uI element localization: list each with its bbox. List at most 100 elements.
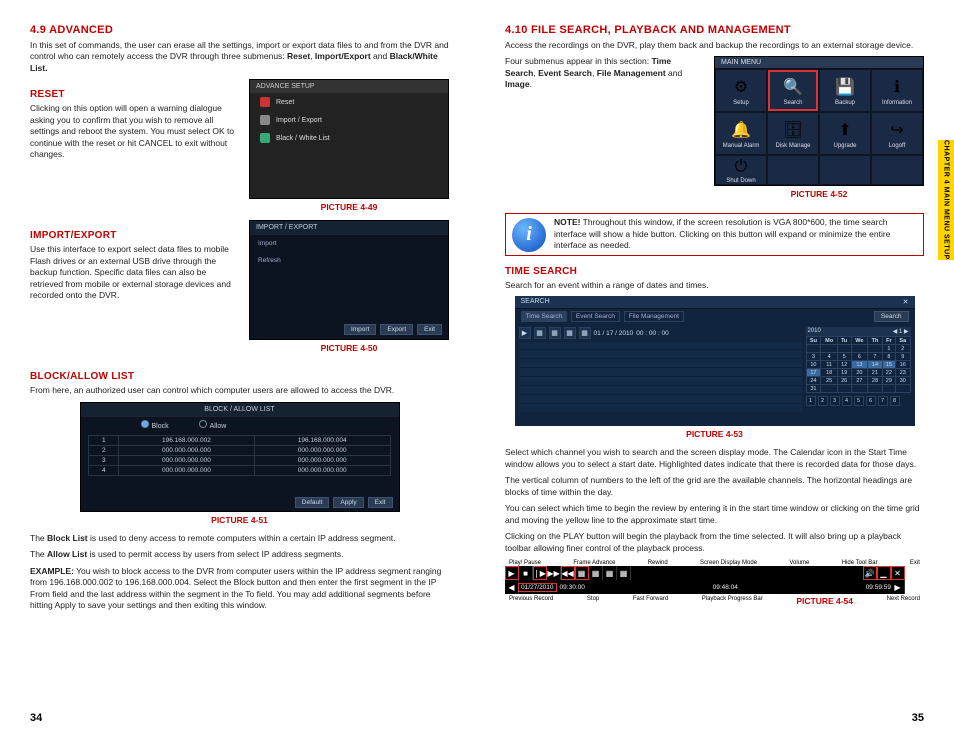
fig51-btn-exit: Exit — [368, 497, 393, 508]
time-search-intro: Search for an event within a range of da… — [505, 280, 924, 291]
fig51-caption: PICTURE 4-51 — [30, 515, 449, 525]
playback-t2: 09:48:04 — [585, 584, 866, 591]
block-allow-intro: From here, an authorized user can contro… — [30, 385, 449, 396]
fast-forward-icon: ▶▶ — [547, 566, 561, 580]
info-icon: ℹ — [886, 76, 908, 98]
fig51-btn-default: Default — [295, 497, 330, 508]
layout1-icon: ▦ — [534, 327, 546, 339]
start-date: 01 / 17 / 2010 — [594, 330, 634, 337]
ts-p4: You can select which time to begin the r… — [505, 503, 924, 526]
page-number-left: 34 — [30, 712, 42, 724]
alarm-icon: 🔔 — [730, 119, 752, 141]
fig50-row2: Refresh — [258, 257, 281, 264]
close-icon: ✕ — [903, 298, 909, 306]
fig51-radio-allow: Allow — [199, 420, 227, 430]
note-text: NOTE! Throughout this window, if the scr… — [554, 217, 917, 251]
reset-heading: RESET — [30, 89, 237, 100]
import-export-paragraph: Use this interface to export select data… — [30, 244, 237, 301]
fig49-caption: PICTURE 4-49 — [249, 202, 449, 212]
fig50-btn-export: Export — [380, 324, 413, 335]
advanced-intro: In this set of commands, the user can er… — [30, 40, 449, 74]
playback-date: 01/27/2010 — [519, 584, 556, 591]
time-search-heading: TIME SEARCH — [505, 266, 924, 277]
note-info-icon: i — [512, 218, 546, 252]
reset-icon — [260, 97, 270, 107]
reset-paragraph: Clicking on this option will open a warn… — [30, 103, 237, 160]
hide-icon: ▁ — [877, 566, 891, 580]
import-export-icon — [260, 115, 270, 125]
tab-time-search: Time Search — [521, 311, 568, 322]
menu-disk-manage: 🗄Disk Manage — [767, 112, 819, 155]
menu-information: ℹInformation — [871, 69, 923, 112]
power-icon: ⏻ — [730, 156, 752, 178]
fig53-caption: PICTURE 4-53 — [505, 429, 924, 439]
fig53-toolbar: ▶ ▦ ▦ ▦ ▦ 01 / 17 / 2010 00 : 00 : 00 — [519, 327, 802, 339]
import-export-heading: IMPORT/EXPORT — [30, 230, 237, 241]
fig51-btn-apply: Apply — [333, 497, 363, 508]
block-allow-heading: BLOCK/ALLOW LIST — [30, 371, 449, 382]
block-list-desc: The Block List is used to deny access to… — [30, 533, 449, 544]
fig53-title: SEARCH — [521, 298, 550, 306]
tab-event-search: Event Search — [571, 311, 620, 322]
page-right: 4.10 FILE SEARCH, PLAYBACK AND MANAGEMEN… — [477, 0, 954, 738]
ts-p3: The vertical column of numbers to the le… — [505, 475, 924, 498]
playpause-icon: ▶ — [505, 566, 519, 580]
lbl-stop: Stop — [587, 596, 599, 606]
logoff-icon: ↪ — [886, 119, 908, 141]
lbl-prev-record: Previous Record — [509, 596, 553, 606]
section-heading-advanced: 4.9 ADVANCED — [30, 24, 449, 36]
tab-file-mgmt: File Management — [624, 311, 684, 322]
figure-52: MAIN MENU ⚙Setup 🔍Search 💾Backup ℹInform… — [714, 56, 924, 207]
figure-54: Play/ Pause Frame Advance Rewind Screen … — [505, 560, 924, 606]
lbl-progress-bar: Playback Progress Bar — [702, 596, 763, 606]
fig50-btn-exit: Exit — [417, 324, 442, 335]
fig49-item-reset: Reset — [276, 99, 294, 106]
fig52-caption: PICTURE 4-52 — [714, 189, 924, 199]
filesearch-intro: Access the recordings on the DVR, play t… — [505, 40, 924, 51]
fig49-title: ADVANCE SETUP — [250, 80, 448, 93]
playback-t1: 09:30:00 — [560, 584, 585, 591]
play-icon: ▶ — [519, 327, 531, 339]
display-mode2-icon: ▦ — [589, 566, 603, 580]
stop-icon: ■ — [519, 566, 533, 580]
gear-icon: ⚙ — [730, 76, 752, 98]
exit-icon: ✕ — [891, 566, 905, 580]
fig50-caption: PICTURE 4-50 — [249, 343, 449, 353]
note-box: i NOTE! Throughout this window, if the s… — [505, 213, 924, 255]
ts-p5: Clicking on the PLAY button will begin t… — [505, 531, 924, 554]
start-time: 00 : 00 : 00 — [636, 330, 669, 337]
next-record-icon: ▶ — [891, 580, 905, 594]
fig50-title: IMPORT / EXPORT — [250, 221, 448, 235]
fig53-tabs: Time Search Event Search File Management… — [515, 309, 915, 324]
display-mode-icon: ▦ — [575, 566, 589, 580]
layout3-icon: ▦ — [564, 327, 576, 339]
fig53-search-btn: Search — [874, 311, 909, 322]
lbl-next-record: Next Record — [887, 596, 920, 606]
fig52-title: MAIN MENU — [715, 57, 923, 69]
prev-record-icon: ◀ — [505, 580, 519, 594]
fig50-row1: Import — [258, 240, 276, 247]
playback-t3: 09:59:59 — [866, 584, 891, 591]
lbl-fast-forward: Fast Forward — [633, 596, 668, 606]
display-mode3-icon: ▦ — [603, 566, 617, 580]
figure-51: BLOCK / ALLOW LIST Block Allow 1196.168.… — [30, 402, 449, 525]
section-heading-filesearch: 4.10 FILE SEARCH, PLAYBACK AND MANAGEMEN… — [505, 24, 924, 36]
fig51-radio-block: Block — [141, 420, 169, 430]
menu-search: 🔍Search — [767, 69, 819, 112]
lbl-exit: Exit — [910, 560, 920, 566]
chapter-side-tab: CHAPTER 4 MAIN MENU SETUP — [938, 140, 954, 260]
fig53-calendar: 2010◀ 1 ▶ SuMoTuWeThFrSa 12 3456789 1011… — [806, 327, 911, 412]
menu-logoff: ↪Logoff — [871, 112, 923, 155]
fig49-item-impexp: Import / Export — [276, 117, 322, 124]
allow-list-desc: The Allow List is used to permit access … — [30, 549, 449, 560]
figure-50: IMPORT / EXPORT Import Refresh Import Ex… — [249, 220, 449, 361]
menu-backup: 💾Backup — [819, 69, 871, 112]
upgrade-icon: ⬆ — [834, 119, 856, 141]
rewind-icon: ◀◀ — [561, 566, 575, 580]
fig53-channel-checks: 1234 5678 — [806, 396, 911, 406]
fig49-item-bwlist: Black / White List — [276, 135, 330, 142]
menu-setup: ⚙Setup — [715, 69, 767, 112]
example-paragraph: EXAMPLE: You wish to block access to the… — [30, 566, 449, 612]
page-left: 4.9 ADVANCED In this set of commands, th… — [0, 0, 477, 738]
submenus-paragraph: Four submenus appear in this section: Ti… — [505, 56, 702, 90]
